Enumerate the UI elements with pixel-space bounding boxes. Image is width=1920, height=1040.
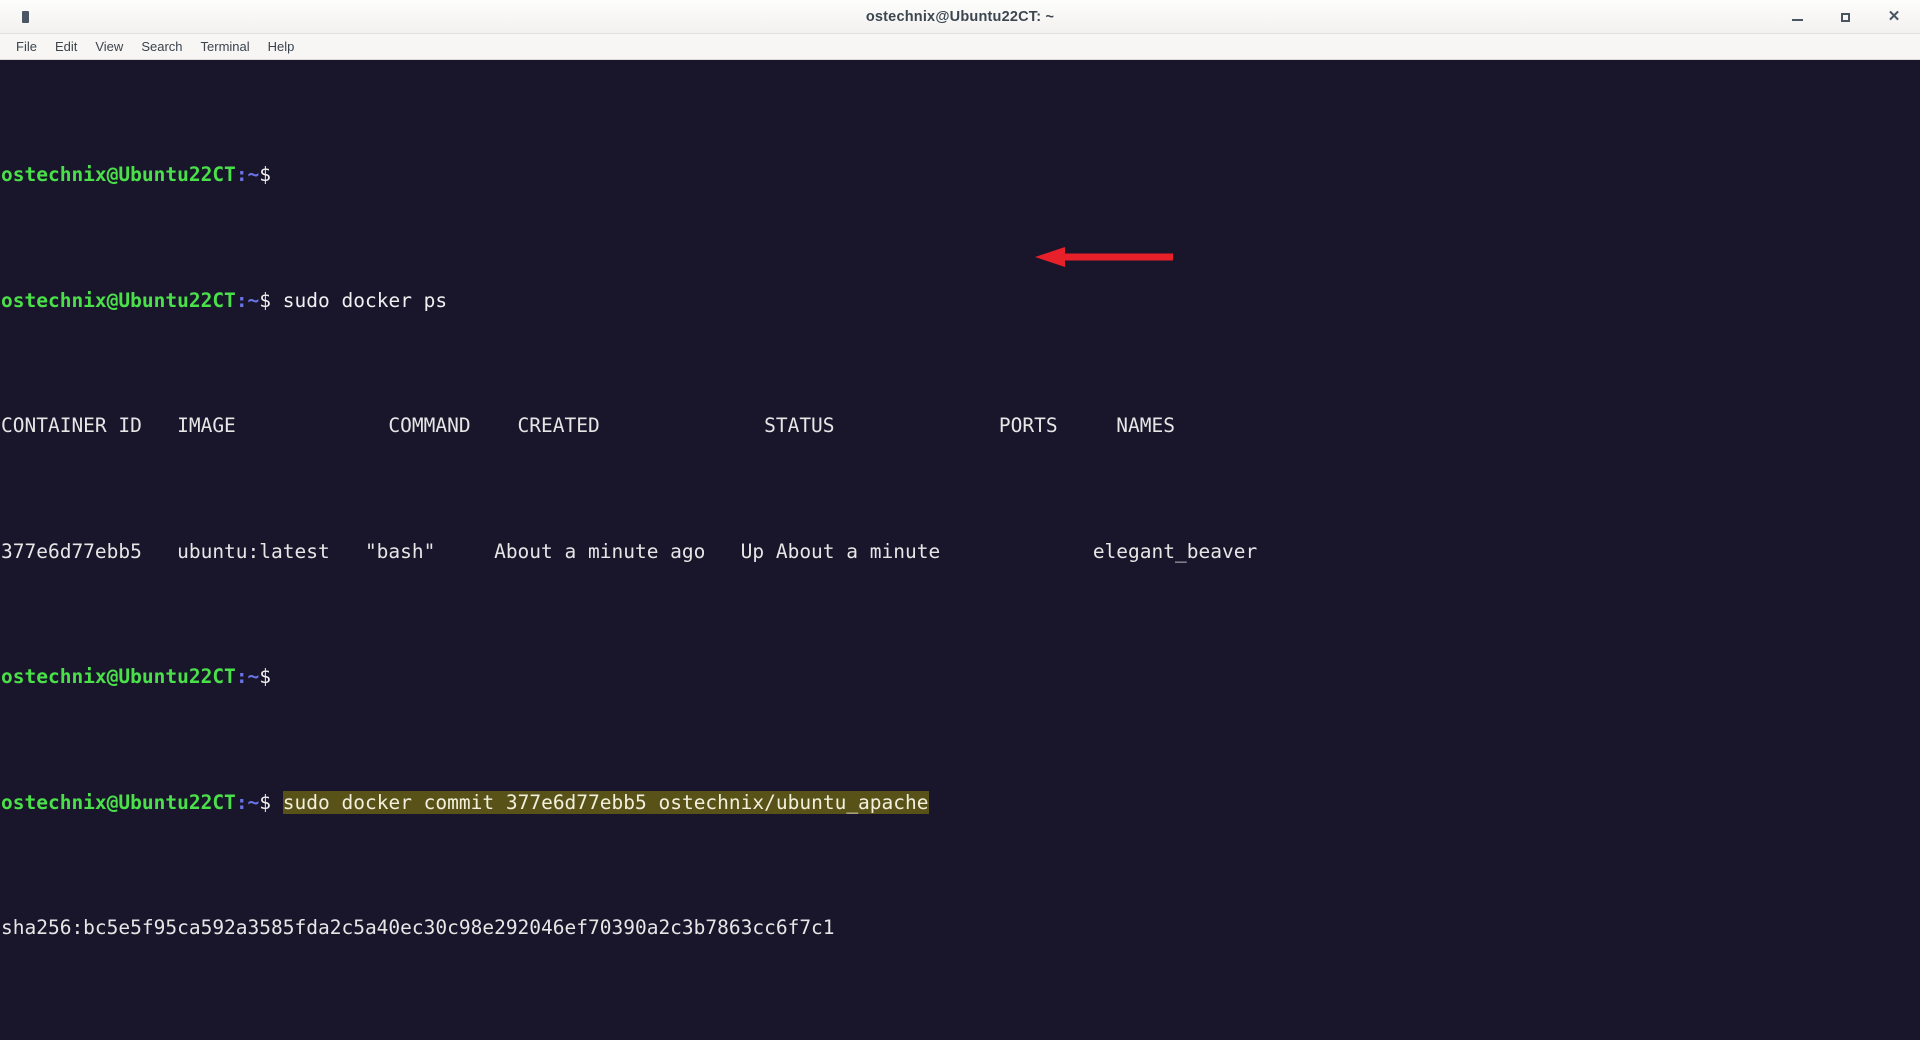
prompt-path: :~ [236, 665, 259, 688]
prompt-sigil: $ [259, 791, 271, 814]
menu-item-edit[interactable]: Edit [46, 37, 86, 56]
menu-item-terminal[interactable]: Terminal [192, 37, 259, 56]
terminal-line-prompt-1: ostechnix@Ubuntu22CT:~$ [0, 162, 1920, 187]
menu-item-search[interactable]: Search [132, 37, 191, 56]
prompt-sigil: $ [259, 163, 271, 186]
prompt-path: :~ [236, 289, 259, 312]
prompt-user-host: ostechnix@Ubuntu22CT [1, 163, 236, 186]
window-controls: ✕ [1790, 0, 1902, 33]
red-arrow-annotation [1035, 246, 1175, 268]
terminal-line-prompt-2: ostechnix@Ubuntu22CT:~$ [0, 664, 1920, 689]
prompt-path: :~ [236, 163, 259, 186]
terminal-line-cmd-docker-ps: ostechnix@Ubuntu22CT:~$ sudo docker ps [0, 288, 1920, 313]
window-title: ostechnix@Ubuntu22CT: ~ [866, 9, 1054, 25]
command-docker-ps: sudo docker ps [283, 289, 447, 312]
prompt-sigil: $ [259, 665, 271, 688]
prompt-sigil: $ [259, 289, 271, 312]
close-icon[interactable]: ✕ [1886, 9, 1902, 25]
prompt-user-host: ostechnix@Ubuntu22CT [1, 665, 236, 688]
title-bar: ostechnix@Ubuntu22CT: ~ ✕ [0, 0, 1920, 34]
prompt-user-host: ostechnix@Ubuntu22CT [1, 791, 236, 814]
menu-item-view[interactable]: View [86, 37, 132, 56]
terminal-line-cmd-docker-commit: ostechnix@Ubuntu22CT:~$ sudo docker comm… [0, 790, 1920, 815]
terminal-icon [22, 11, 29, 23]
terminal-window: ostechnix@Ubuntu22CT: ~ ✕ File Edit View… [0, 0, 1920, 1040]
commit-digest: sha256:bc5e5f95ca592a3585fda2c5a40ec30c9… [0, 915, 1920, 940]
docker-ps-header: CONTAINER ID IMAGE COMMAND CREATED STATU… [0, 413, 1920, 438]
terminal-output[interactable]: ostechnix@Ubuntu22CT:~$ ostechnix@Ubuntu… [0, 60, 1920, 1040]
docker-ps-row: 377e6d77ebb5 ubuntu:latest "bash" About … [0, 539, 1920, 564]
prompt-user-host: ostechnix@Ubuntu22CT [1, 289, 236, 312]
prompt-path: :~ [236, 791, 259, 814]
menu-item-help[interactable]: Help [259, 37, 304, 56]
command-docker-commit-highlighted: sudo docker commit 377e6d77ebb5 ostechni… [283, 791, 929, 814]
menu-bar: File Edit View Search Terminal Help [0, 34, 1920, 60]
minimize-button[interactable] [1790, 9, 1806, 25]
maximize-button[interactable] [1838, 9, 1854, 25]
menu-item-file[interactable]: File [7, 37, 46, 56]
